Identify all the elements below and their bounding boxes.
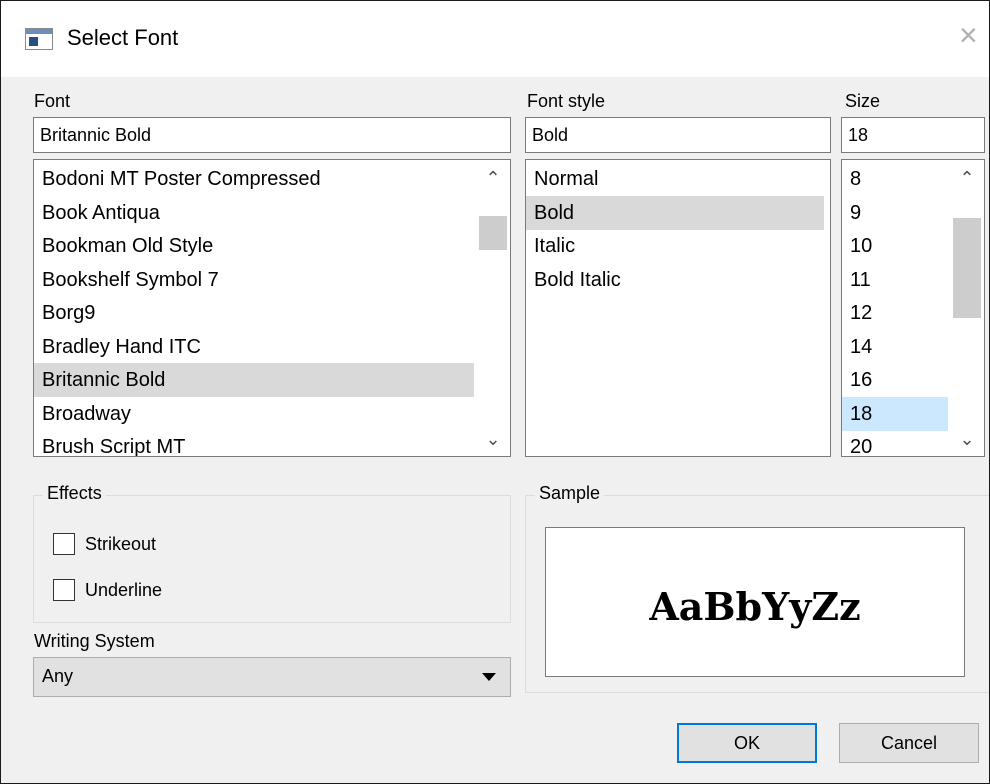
- font-style-input[interactable]: Bold: [525, 117, 831, 153]
- effects-title: Effects: [43, 483, 106, 504]
- underline-label[interactable]: Underline: [85, 580, 162, 601]
- font-style-list-item[interactable]: Bold Italic: [526, 263, 824, 297]
- scroll-up-icon[interactable]: ⌃: [950, 168, 984, 189]
- size-list-item[interactable]: 11: [842, 263, 948, 297]
- size-list-item[interactable]: 9: [842, 196, 948, 230]
- app-window-icon: [25, 28, 53, 50]
- writing-system-select[interactable]: Any: [33, 657, 511, 697]
- font-label: Font: [34, 91, 71, 111]
- size-list-item[interactable]: 10: [842, 229, 948, 263]
- font-list-item[interactable]: Bookman Old Style: [34, 229, 474, 263]
- close-icon[interactable]: ×: [959, 19, 978, 51]
- underline-checkbox[interactable]: [53, 579, 75, 601]
- size-list-item[interactable]: 12: [842, 296, 948, 330]
- select-font-dialog: Select Font × Font Britannic Bold Bodoni…: [0, 0, 990, 784]
- effects-group: [33, 495, 511, 623]
- scroll-up-icon[interactable]: ⌃: [476, 168, 510, 189]
- font-style-list-item[interactable]: Bold: [526, 195, 824, 230]
- font-list-item[interactable]: Bodoni MT Poster Compressed: [34, 162, 474, 196]
- dropdown-arrow-icon: [482, 673, 496, 681]
- font-list-item[interactable]: Broadway: [34, 397, 474, 431]
- font-style-list-item[interactable]: Italic: [526, 229, 824, 263]
- font-list-item[interactable]: Bookshelf Symbol 7: [34, 263, 474, 297]
- font-list-item[interactable]: Bradley Hand ITC: [34, 330, 474, 364]
- size-list-item[interactable]: 16: [842, 363, 948, 397]
- writing-system-value: Any: [42, 666, 74, 686]
- size-list-item[interactable]: 20: [842, 430, 948, 456]
- size-list-scroll-thumb[interactable]: [953, 218, 981, 318]
- cancel-button[interactable]: Cancel: [839, 723, 979, 763]
- scroll-down-icon[interactable]: ⌄: [476, 429, 510, 450]
- size-list-item[interactable]: 8: [842, 162, 948, 196]
- size-list[interactable]: 8 9 10 11 12 14 16 18 20 ⌃ ⌄: [841, 159, 985, 457]
- dialog-title: Select Font: [67, 25, 179, 50]
- font-list-item[interactable]: Borg9: [34, 296, 474, 330]
- sample-preview: AaBbYyZz: [545, 527, 965, 677]
- size-list-item[interactable]: 14: [842, 330, 948, 364]
- font-list[interactable]: Bodoni MT Poster Compressed Book Antiqua B…: [33, 159, 511, 457]
- size-list-item[interactable]: 18: [842, 396, 948, 431]
- size-label: Size: [845, 91, 881, 111]
- strikeout-label[interactable]: Strikeout: [85, 534, 156, 555]
- font-style-list-item[interactable]: Normal: [526, 162, 824, 196]
- font-style-list[interactable]: Normal Bold Italic Bold Italic: [525, 159, 831, 457]
- sample-title: Sample: [535, 483, 605, 504]
- font-style-label: Font style: [527, 91, 606, 111]
- title-bar: Select Font ×: [1, 1, 989, 77]
- font-list-item[interactable]: Britannic Bold: [34, 363, 474, 397]
- font-list-scrollbar[interactable]: ⌃ ⌄: [476, 160, 510, 456]
- font-list-scroll-thumb[interactable]: [479, 216, 507, 250]
- sample-text: AaBbYyZz: [649, 584, 861, 629]
- size-list-scrollbar[interactable]: ⌃ ⌄: [950, 160, 984, 456]
- font-list-item[interactable]: Brush Script MT: [34, 430, 474, 456]
- strikeout-checkbox[interactable]: [53, 533, 75, 555]
- ok-button[interactable]: OK: [677, 723, 817, 763]
- font-list-item[interactable]: Book Antiqua: [34, 196, 474, 230]
- font-input[interactable]: Britannic Bold: [33, 117, 511, 153]
- scroll-down-icon[interactable]: ⌄: [950, 429, 984, 450]
- size-input[interactable]: 18: [841, 117, 985, 153]
- writing-system-label: Writing System: [34, 631, 155, 651]
